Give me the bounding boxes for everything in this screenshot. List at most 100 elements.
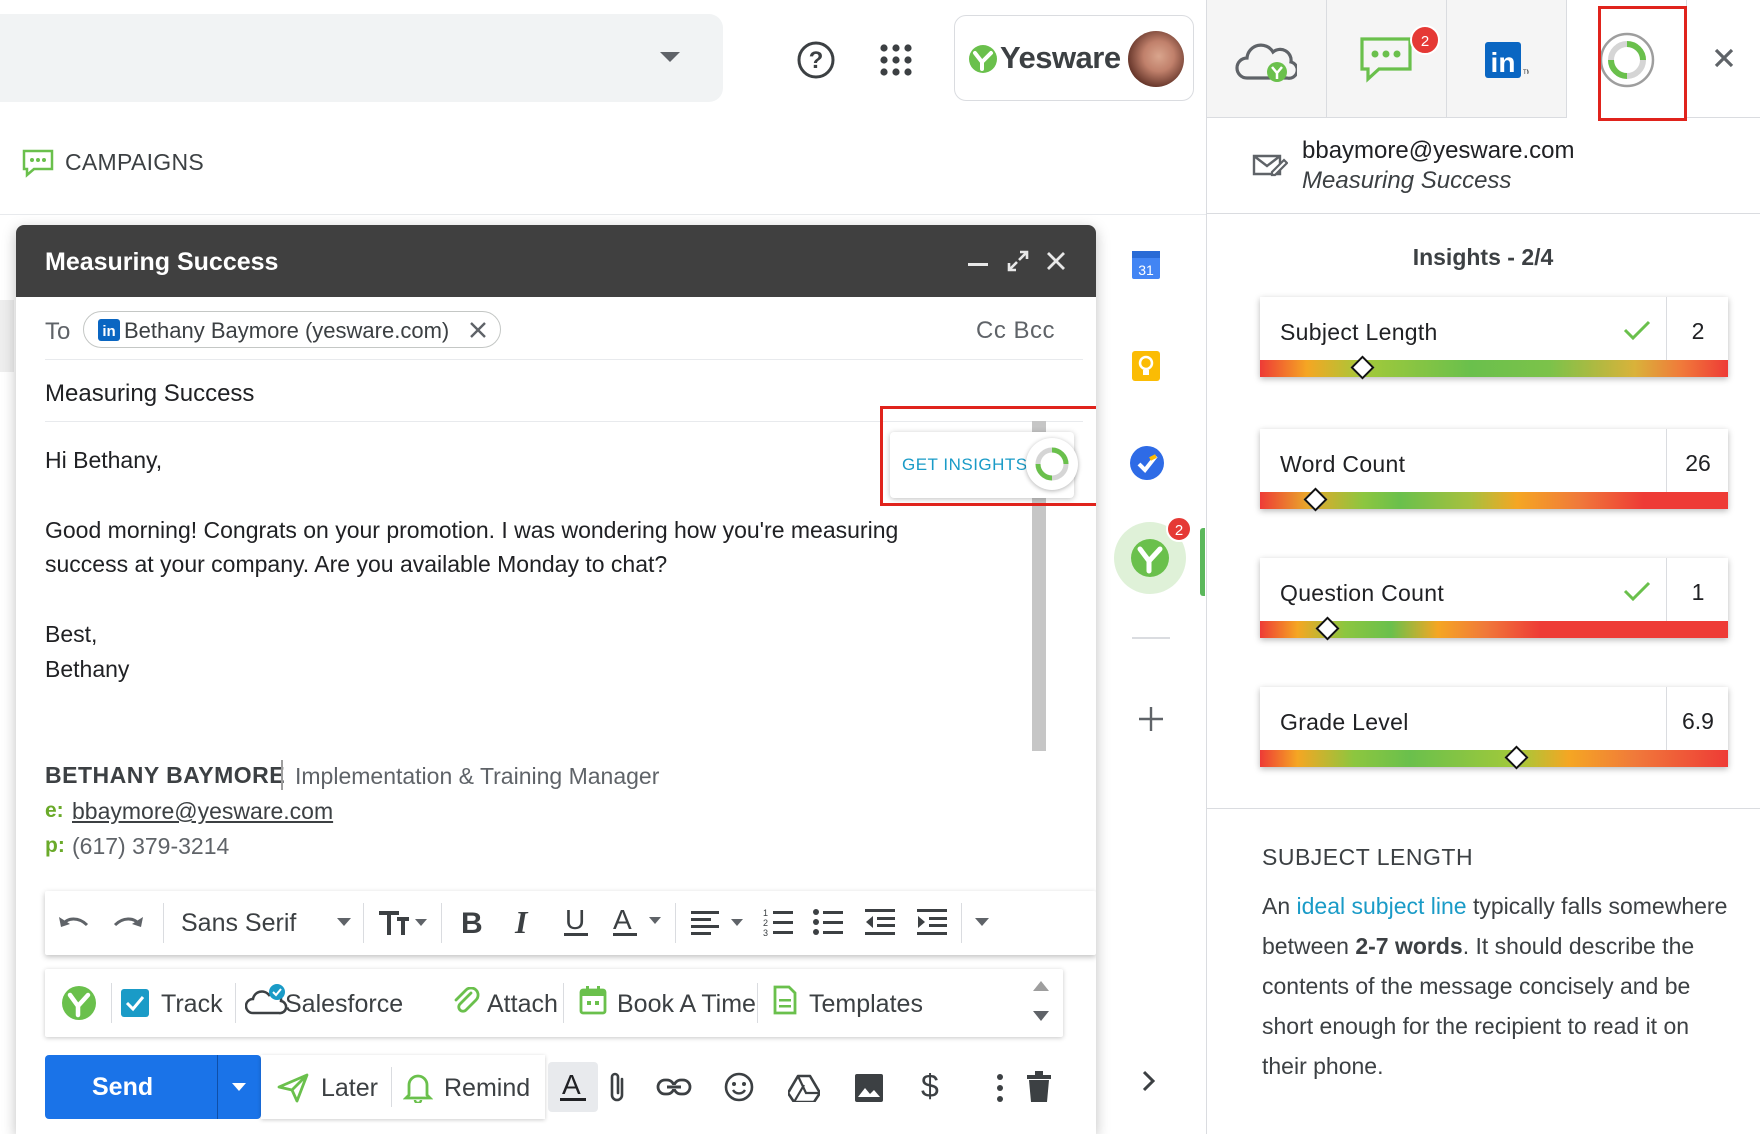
undo-icon[interactable] xyxy=(57,911,91,935)
svg-text:A: A xyxy=(613,905,632,935)
body-name[interactable]: Bethany xyxy=(45,656,129,683)
yesware-logo-icon[interactable] xyxy=(61,985,97,1021)
font-select[interactable]: Sans Serif xyxy=(181,909,296,938)
signature-email-link[interactable]: bbaymore@yesware.com xyxy=(72,798,333,825)
email-edit-icon xyxy=(1252,150,1288,180)
avatar[interactable] xyxy=(1128,31,1184,87)
search-options-caret-icon[interactable] xyxy=(660,52,680,62)
bell-icon[interactable] xyxy=(403,1071,433,1103)
body-greeting[interactable]: Hi Bethany, xyxy=(45,447,162,474)
yesware-toolbar: Track Salesforce Attach Book A Time Temp… xyxy=(45,969,1063,1037)
metric-label: Word Count xyxy=(1280,451,1406,477)
send-button[interactable]: Send xyxy=(45,1055,217,1119)
subject-field[interactable]: Measuring Success xyxy=(45,380,254,408)
attach-label[interactable]: Attach xyxy=(487,990,558,1019)
track-label[interactable]: Track xyxy=(161,990,223,1019)
more-options-icon[interactable] xyxy=(996,1073,1004,1103)
indent-icon[interactable] xyxy=(917,907,947,937)
toolbar-separator xyxy=(391,1067,392,1107)
add-icon[interactable] xyxy=(1137,705,1165,733)
svg-text:3: 3 xyxy=(763,928,768,937)
detail-text-part: An xyxy=(1262,893,1297,919)
formatting-options-icon[interactable]: A xyxy=(548,1062,598,1112)
templates-label[interactable]: Templates xyxy=(809,990,923,1019)
numbered-list-icon[interactable]: 123 xyxy=(763,907,793,937)
later-button[interactable]: Later xyxy=(321,1074,378,1103)
chevron-down-icon[interactable] xyxy=(337,918,351,926)
align-icon[interactable] xyxy=(691,909,747,937)
apps-grid-icon[interactable] xyxy=(880,44,912,76)
insert-photo-icon[interactable] xyxy=(854,1073,884,1103)
metric-label: Grade Level xyxy=(1280,709,1409,735)
keep-app-icon[interactable] xyxy=(1131,350,1161,382)
expand-icon[interactable] xyxy=(1006,249,1030,273)
text-size-icon[interactable] xyxy=(377,909,427,937)
emoji-icon[interactable] xyxy=(723,1071,755,1103)
body-line[interactable]: Good morning! Congrats on your promotion… xyxy=(45,517,898,544)
metric-scale-bar xyxy=(1260,616,1728,641)
tab-linkedin[interactable]: in TM xyxy=(1447,0,1567,118)
send-later-icon[interactable] xyxy=(277,1073,309,1103)
close-sidebar-icon[interactable] xyxy=(1687,0,1760,118)
redo-icon[interactable] xyxy=(111,911,145,935)
salesforce-label[interactable]: Salesforce xyxy=(285,990,403,1019)
divider xyxy=(45,359,1083,360)
attach-file-icon[interactable] xyxy=(606,1071,628,1105)
search-bar[interactable] xyxy=(0,14,723,102)
salesforce-cloud-icon[interactable] xyxy=(245,983,289,1019)
track-checkbox[interactable] xyxy=(121,989,149,1017)
help-icon[interactable]: ? xyxy=(796,40,836,80)
book-a-time-label[interactable]: Book A Time xyxy=(617,990,756,1019)
tasks-app-icon[interactable] xyxy=(1129,445,1165,481)
outdent-icon[interactable] xyxy=(865,907,895,937)
campaigns-link[interactable]: CAMPAIGNS xyxy=(65,149,204,176)
discard-trash-icon[interactable] xyxy=(1026,1071,1052,1103)
metric-value: 2 xyxy=(1691,318,1705,344)
detail-heading: SUBJECT LENGTH xyxy=(1262,844,1474,870)
close-icon[interactable] xyxy=(1046,251,1066,271)
body-line[interactable]: success at your company. Are you availab… xyxy=(45,551,667,578)
divider xyxy=(1206,808,1760,809)
attach-icon[interactable] xyxy=(451,987,481,1017)
remove-recipient-icon[interactable] xyxy=(468,320,488,340)
body-closing[interactable]: Best, xyxy=(45,621,97,648)
metric-card-word-count[interactable]: Word Count 26 xyxy=(1260,429,1728,512)
metric-card-question-count[interactable]: Question Count 1 xyxy=(1260,558,1728,641)
calendar-icon[interactable] xyxy=(579,985,607,1015)
scroll-down-icon[interactable] xyxy=(1033,1011,1049,1021)
text-color-icon[interactable]: A xyxy=(613,905,667,937)
dollar-icon[interactable]: $ xyxy=(920,1067,942,1105)
metric-value-box: 2 xyxy=(1666,297,1728,360)
insert-link-icon[interactable] xyxy=(656,1077,692,1097)
signature-title: Implementation & Training Manager xyxy=(295,763,660,789)
toolbar-separator xyxy=(163,903,164,943)
cc-bcc-link[interactable]: Cc Bcc xyxy=(976,317,1055,345)
minimize-icon[interactable] xyxy=(968,263,988,266)
signature-phone: (617) 379-3214 xyxy=(72,833,230,859)
metric-card-subject-length[interactable]: Subject Length 2 xyxy=(1260,297,1728,380)
bold-icon[interactable]: B xyxy=(461,907,483,935)
chevron-right-icon[interactable] xyxy=(1142,1070,1156,1092)
templates-icon[interactable] xyxy=(773,985,797,1015)
toolbar-separator xyxy=(675,903,676,943)
ideal-subject-line-link[interactable]: ideal subject line xyxy=(1297,893,1467,919)
drive-icon[interactable] xyxy=(788,1074,820,1102)
linkedin-icon: in xyxy=(98,319,120,341)
more-formatting-icon[interactable] xyxy=(975,918,989,926)
italic-icon[interactable]: I xyxy=(513,907,535,935)
calendar-app-icon[interactable]: 31 xyxy=(1131,248,1161,280)
underline-icon[interactable]: U xyxy=(563,905,589,937)
notification-badge: 2 xyxy=(1410,25,1440,55)
formatting-toolbar: Sans Serif B I U A 123 xyxy=(45,891,1096,955)
metric-value: 6.9 xyxy=(1682,708,1714,734)
compose-header[interactable]: Measuring Success xyxy=(16,225,1096,297)
tab-yesware-cloud[interactable] xyxy=(1207,0,1327,118)
remind-button[interactable]: Remind xyxy=(444,1074,530,1103)
scroll-up-icon[interactable] xyxy=(1033,981,1049,991)
svg-text:B: B xyxy=(461,907,483,935)
send-options-button[interactable] xyxy=(217,1055,261,1119)
bulleted-list-icon[interactable] xyxy=(813,907,843,937)
metric-label: Subject Length xyxy=(1280,319,1438,345)
tab-campaigns[interactable] xyxy=(1327,0,1447,118)
metric-card-grade-level[interactable]: Grade Level 6.9 xyxy=(1260,687,1728,770)
